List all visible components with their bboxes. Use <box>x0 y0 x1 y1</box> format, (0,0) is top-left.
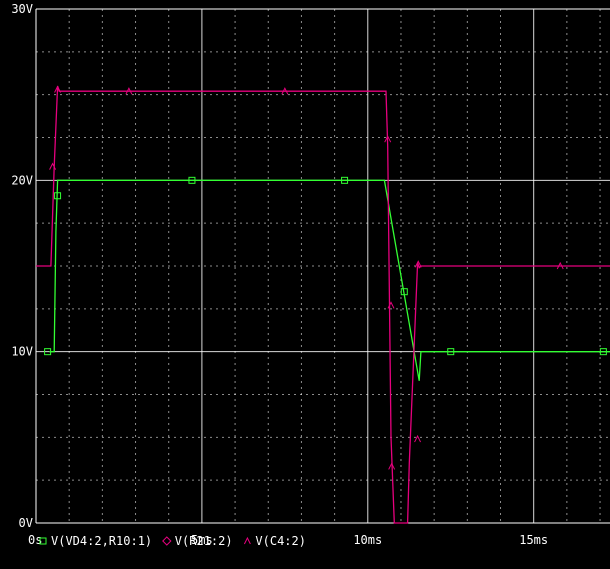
legend: V(VD4:2,R10:1) V(R21:2) V(C4:2) <box>39 534 306 548</box>
y-tick-label: 10V <box>11 345 33 359</box>
series-line <box>36 85 610 524</box>
y-tick-label: 30V <box>11 2 33 16</box>
x-tick-label: 10ms <box>353 533 382 547</box>
x-tick-label: 15ms <box>519 533 548 547</box>
legend-marker <box>162 536 172 546</box>
y-tick-label: 0V <box>19 516 33 530</box>
legend-label: V(VD4:2,R10:1) <box>51 534 152 548</box>
legend-label: V(C4:2) <box>255 534 306 548</box>
y-tick-label: 20V <box>11 173 33 187</box>
legend-marker <box>243 536 251 545</box>
series-line <box>49 179 610 381</box>
series-traces <box>36 85 610 524</box>
probe-plot: 0V10V20V30V0s 5ms 10ms 15ms V(VD4:2,R10:1) V… <box>11 2 610 548</box>
legend-label: V(R21:2) <box>175 534 233 548</box>
